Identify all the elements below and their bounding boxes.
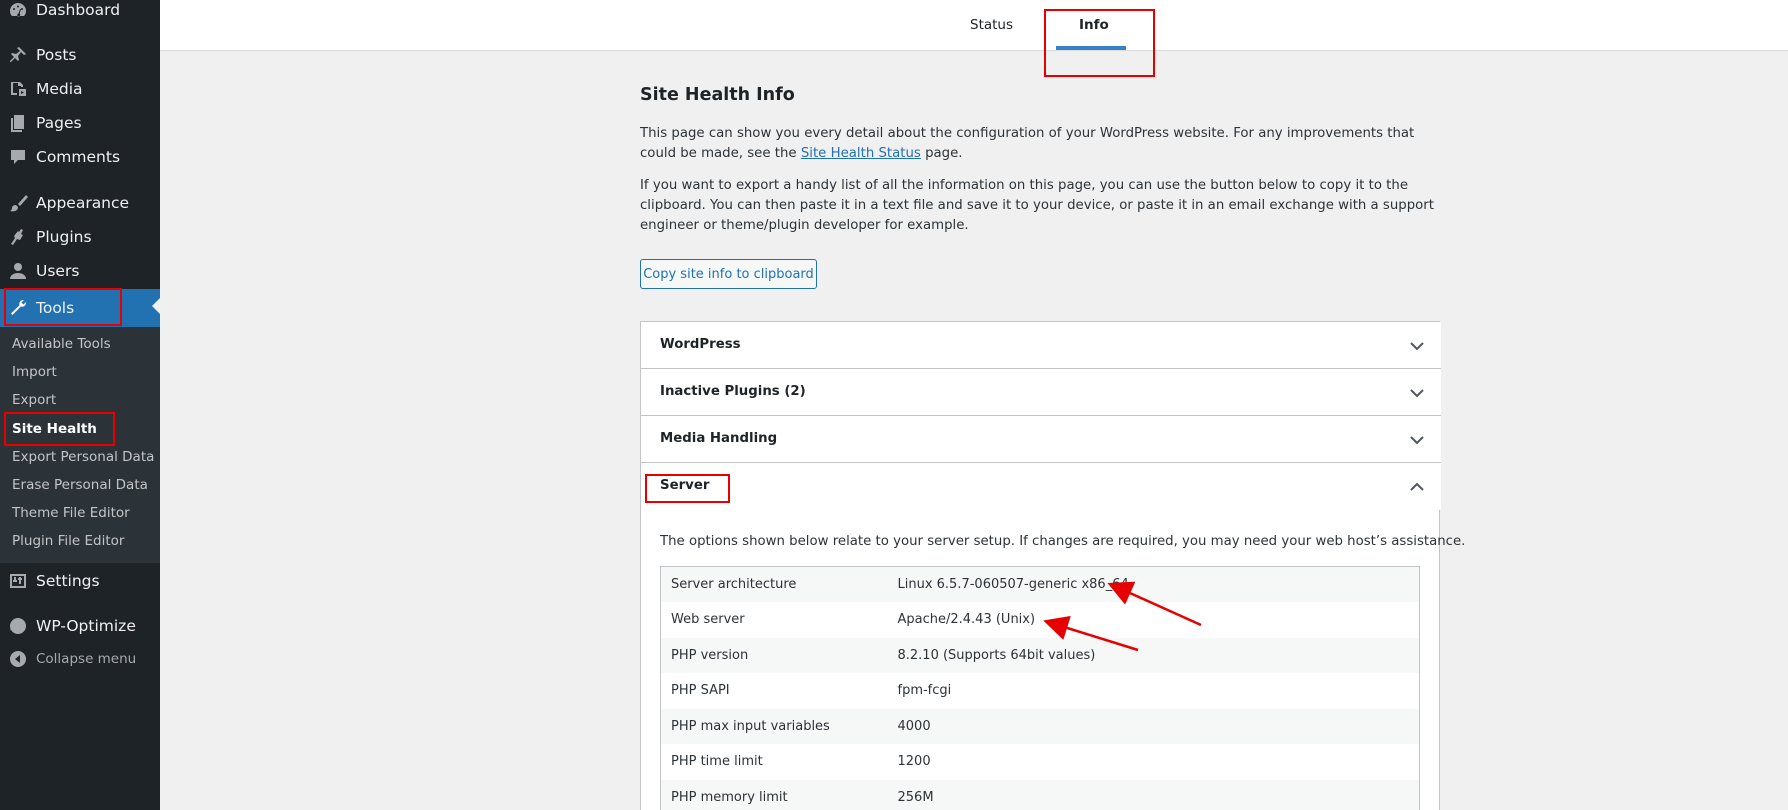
section-label: WordPress (660, 337, 741, 352)
annotation-box-site-health (4, 412, 115, 446)
menu-appearance[interactable]: Appearance (0, 186, 160, 220)
section-wordpress[interactable]: WordPress (641, 322, 1441, 369)
menu-posts[interactable]: Posts (0, 38, 160, 72)
table-row: PHP version 8.2.10 (Supports 64bit values… (660, 637, 1420, 673)
section-label: Media Handling (660, 431, 778, 446)
row-value: Linux 6.5.7-060507-generic x86_64 (897, 577, 1129, 592)
user-icon (0, 261, 36, 281)
menu-label: WP-Optimize (36, 617, 136, 635)
row-key: Web server (671, 612, 745, 628)
menu-label: Plugins (36, 228, 92, 246)
menu-wp-optimize[interactable]: WP-Optimize (0, 609, 160, 643)
collapse-icon (0, 649, 36, 669)
menu-comments[interactable]: Comments (0, 140, 160, 174)
section-label: Inactive Plugins (2) (660, 384, 806, 399)
row-key: PHP version (671, 647, 749, 663)
optimize-icon (0, 616, 36, 636)
row-key: PHP SAPI (671, 683, 730, 699)
menu-label: Users (36, 262, 80, 280)
table-row: Server architecture Linux 6.5.7-060507-ge… (660, 566, 1420, 602)
collapse-label: Collapse menu (36, 651, 137, 667)
row-value: 8.2.10 (Supports 64bit values) (897, 647, 1096, 663)
chevron-down-icon (1409, 432, 1425, 448)
table-row: PHP SAPI fpm-fcgi (661, 673, 1420, 709)
table-row: PHP memory limit 256M (660, 779, 1420, 810)
collapse-menu-button[interactable]: Collapse menu (0, 642, 160, 676)
annotation-box-tools (4, 288, 122, 326)
menu-label: Dashboard (36, 1, 121, 19)
submenu-import[interactable]: Import (12, 364, 57, 380)
menu-label: Pages (36, 114, 82, 132)
section-server[interactable]: Server (641, 463, 1441, 510)
row-key: PHP memory limit (671, 789, 788, 805)
submenu-export[interactable]: Export (12, 392, 56, 408)
site-health-status-link[interactable]: Site Health Status (801, 146, 921, 161)
submenu-export-personal-data[interactable]: Export Personal Data (12, 449, 154, 465)
row-key: PHP time limit (671, 754, 763, 770)
chevron-down-icon (1409, 385, 1425, 401)
submenu-plugin-file-editor[interactable]: Plugin File Editor (12, 533, 124, 549)
row-key: Server architecture (671, 577, 797, 592)
row-value: fpm-fcgi (897, 683, 952, 699)
menu-plugins[interactable]: Plugins (0, 220, 160, 254)
plug-icon (0, 227, 36, 247)
menu-dashboard[interactable]: Dashboard (0, 0, 160, 27)
intro-text-end: page. (920, 146, 963, 161)
tab-status[interactable]: Status (970, 17, 1013, 33)
chevron-up-icon (1409, 479, 1425, 495)
pin-icon (0, 45, 36, 65)
table-row: Web server Apache/2.4.43 (Unix) (661, 602, 1420, 638)
table-row: PHP max input variables 4000 (660, 708, 1420, 744)
server-info-table: Server architecture Linux 6.5.7-060507-ge… (660, 566, 1420, 810)
server-description: The options shown below relate to your s… (660, 534, 1466, 549)
intro-text: This page can show you every detail abou… (640, 126, 1415, 161)
menu-pages[interactable]: Pages (0, 106, 160, 140)
menu-settings[interactable]: Settings (0, 564, 160, 598)
row-value: Apache/2.4.43 (Unix) (897, 612, 1036, 628)
menu-label: Settings (36, 572, 100, 590)
server-section-body: The options shown below relate to your s… (641, 510, 1465, 810)
menu-media[interactable]: Media (0, 72, 160, 106)
settings-icon (0, 571, 36, 591)
annotation-box-server (645, 474, 730, 503)
table-row: PHP time limit 1200 (661, 744, 1420, 780)
section-inactive-plugins[interactable]: Inactive Plugins (2) (641, 369, 1441, 416)
row-value: 1200 (897, 754, 931, 770)
menu-label: Comments (36, 148, 121, 166)
row-value: 256M (897, 789, 934, 805)
chevron-down-icon (1409, 338, 1425, 354)
submenu-erase-personal-data[interactable]: Erase Personal Data (12, 477, 148, 493)
intro-paragraph: This page can show you every detail abou… (640, 124, 1440, 164)
row-value: 4000 (897, 718, 931, 734)
menu-users[interactable]: Users (0, 254, 160, 288)
menu-label: Media (36, 80, 83, 98)
menu-label: Posts (36, 46, 77, 64)
brush-icon (0, 193, 36, 213)
media-icon (0, 79, 36, 99)
row-key: PHP max input variables (671, 718, 830, 734)
submenu-theme-file-editor[interactable]: Theme File Editor (12, 505, 130, 521)
pages-icon (0, 113, 36, 133)
admin-sidebar: Dashboard Posts Media Pages Comments App… (0, 0, 160, 810)
submenu-available-tools[interactable]: Available Tools (12, 336, 111, 352)
export-paragraph: If you want to export a handy list of al… (640, 178, 1434, 233)
section-media-handling[interactable]: Media Handling (641, 416, 1441, 463)
page-title: Site Health Info (640, 85, 795, 105)
menu-label: Appearance (36, 194, 130, 212)
copy-site-info-button[interactable]: Copy site info to clipboard (640, 259, 817, 289)
dashboard-icon (0, 0, 36, 20)
comment-icon (0, 147, 36, 167)
annotation-box-info-tab (1044, 9, 1155, 77)
